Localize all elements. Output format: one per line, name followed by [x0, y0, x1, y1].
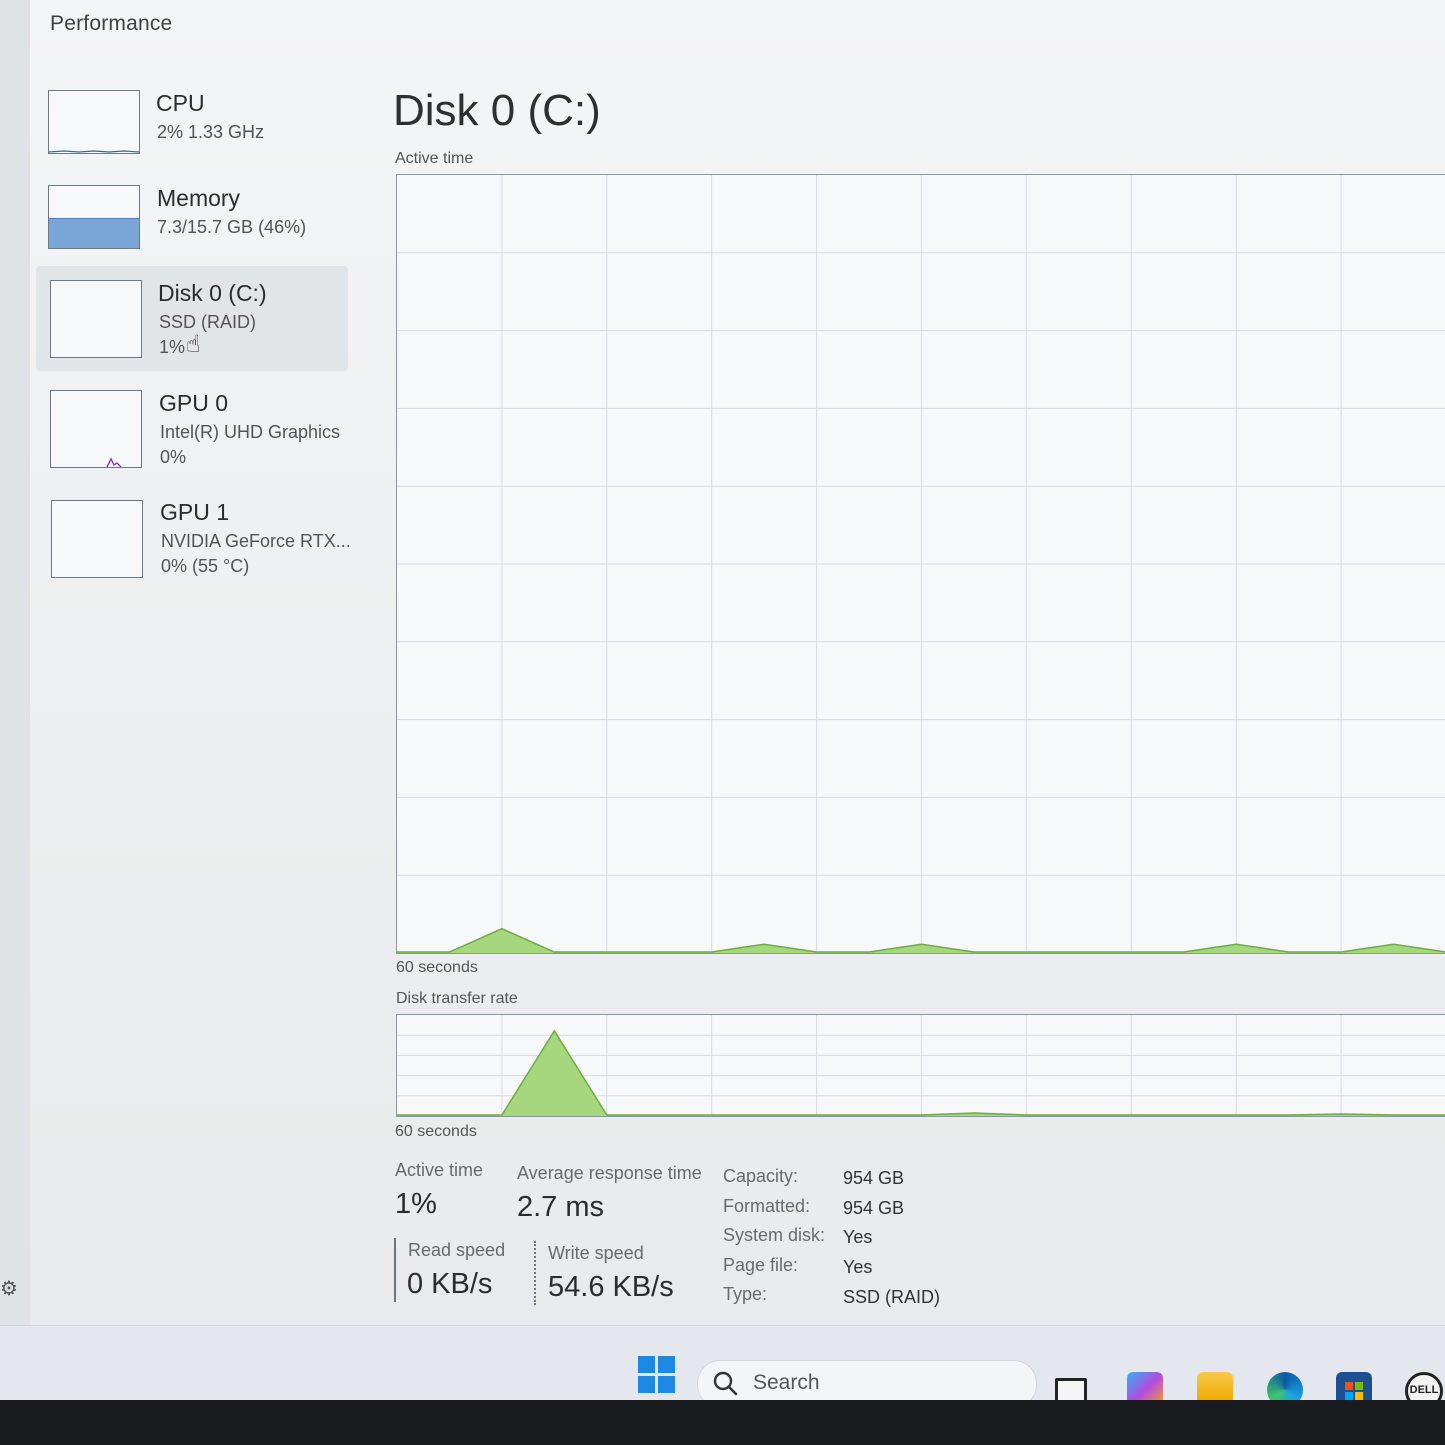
- memory-fill: [49, 218, 139, 248]
- active-time-stat-label: Active time: [395, 1160, 484, 1180]
- sidebar-item-cpu[interactable]: CPU 2% 1.33 GHz: [36, 80, 348, 185]
- dell-logo-text: DELL: [1409, 1384, 1439, 1396]
- formatted-value: 954 GB: [843, 1198, 905, 1218]
- transfer-rate-x-label: 60 seconds: [395, 1123, 477, 1140]
- capacity-key: Capacity:: [723, 1166, 799, 1186]
- sidebar-item-label: CPU: [156, 90, 205, 116]
- avg-response-value: 2.7 ms: [517, 1191, 605, 1223]
- sidebar-item-value: 0%: [160, 447, 187, 467]
- type-key: Type:: [723, 1284, 768, 1304]
- cpu-thumbnail: [48, 90, 140, 154]
- system-disk-value: Yes: [843, 1227, 873, 1247]
- memory-thumbnail: [48, 185, 140, 249]
- windows-start-icon[interactable]: [638, 1356, 676, 1394]
- write-speed-legend-bar: [534, 1241, 536, 1305]
- gpu0-thumbnail: [50, 390, 142, 468]
- screen-bezel: [0, 1400, 1445, 1445]
- system-disk-key: System disk:: [723, 1225, 826, 1245]
- sidebar-item-sub: 7.3/15.7 GB (46%): [157, 217, 307, 237]
- page-title: Performance: [50, 12, 173, 35]
- sidebar-item-value: 0% (55 °C): [161, 556, 250, 576]
- sidebar-item-sub: SSD (RAID): [159, 312, 257, 332]
- sidebar-item-value: 1%: [159, 337, 186, 357]
- capacity-value: 954 GB: [843, 1168, 905, 1188]
- type-value: SSD (RAID): [843, 1287, 941, 1307]
- nav-strip: ⚙: [0, 0, 31, 1325]
- disk-thumbnail: [50, 280, 142, 358]
- formatted-key: Formatted:: [723, 1196, 811, 1216]
- transfer-rate-chart: [397, 1015, 1445, 1116]
- sidebar-item-sub: NVIDIA GeForce RTX...: [161, 531, 351, 551]
- search-placeholder: Search: [753, 1371, 820, 1394]
- sidebar-item-sub: Intel(R) UHD Graphics: [160, 422, 341, 442]
- sidebar-item-label: GPU 0: [159, 390, 229, 416]
- gpu1-thumbnail: [51, 500, 143, 578]
- transfer-rate-graph: [396, 1014, 1445, 1117]
- settings-gear-icon[interactable]: ⚙: [0, 1276, 18, 1301]
- page-file-key: Page file:: [723, 1255, 799, 1275]
- sidebar-item-label: Memory: [157, 185, 241, 211]
- active-time-chart: [397, 175, 1445, 953]
- search-icon: [713, 1371, 738, 1396]
- sidebar-item-sub: 2% 1.33 GHz: [157, 122, 265, 142]
- sidebar-item-memory[interactable]: Memory 7.3/15.7 GB (46%): [36, 175, 348, 280]
- read-speed-label: Read speed: [408, 1240, 506, 1260]
- write-speed-label: Write speed: [548, 1243, 644, 1263]
- read-speed-value: 0 KB/s: [407, 1268, 493, 1300]
- transfer-rate-label: Disk transfer rate: [396, 990, 518, 1007]
- sidebar-item-gpu1[interactable]: GPU 1 NVIDIA GeForce RTX... 0% (55 °C): [36, 489, 351, 594]
- active-time-stat-value: 1%: [395, 1188, 437, 1220]
- sidebar-item-label: Disk 0 (C:): [158, 280, 267, 306]
- write-speed-value: 54.6 KB/s: [548, 1271, 674, 1303]
- sidebar-item-gpu0[interactable]: GPU 0 Intel(R) UHD Graphics 0%: [36, 380, 348, 485]
- active-time-label: Active time: [395, 150, 474, 167]
- avg-response-label: Average response time: [517, 1163, 702, 1183]
- sidebar-item-label: GPU 1: [160, 499, 230, 525]
- hand-cursor-icon: ☝: [186, 331, 201, 358]
- main-title: Disk 0 (C:): [393, 86, 601, 135]
- page-file-value: Yes: [843, 1257, 873, 1277]
- active-time-graph: [396, 174, 1445, 954]
- active-time-x-label: 60 seconds: [396, 959, 478, 976]
- read-speed-legend-bar: [394, 1238, 396, 1302]
